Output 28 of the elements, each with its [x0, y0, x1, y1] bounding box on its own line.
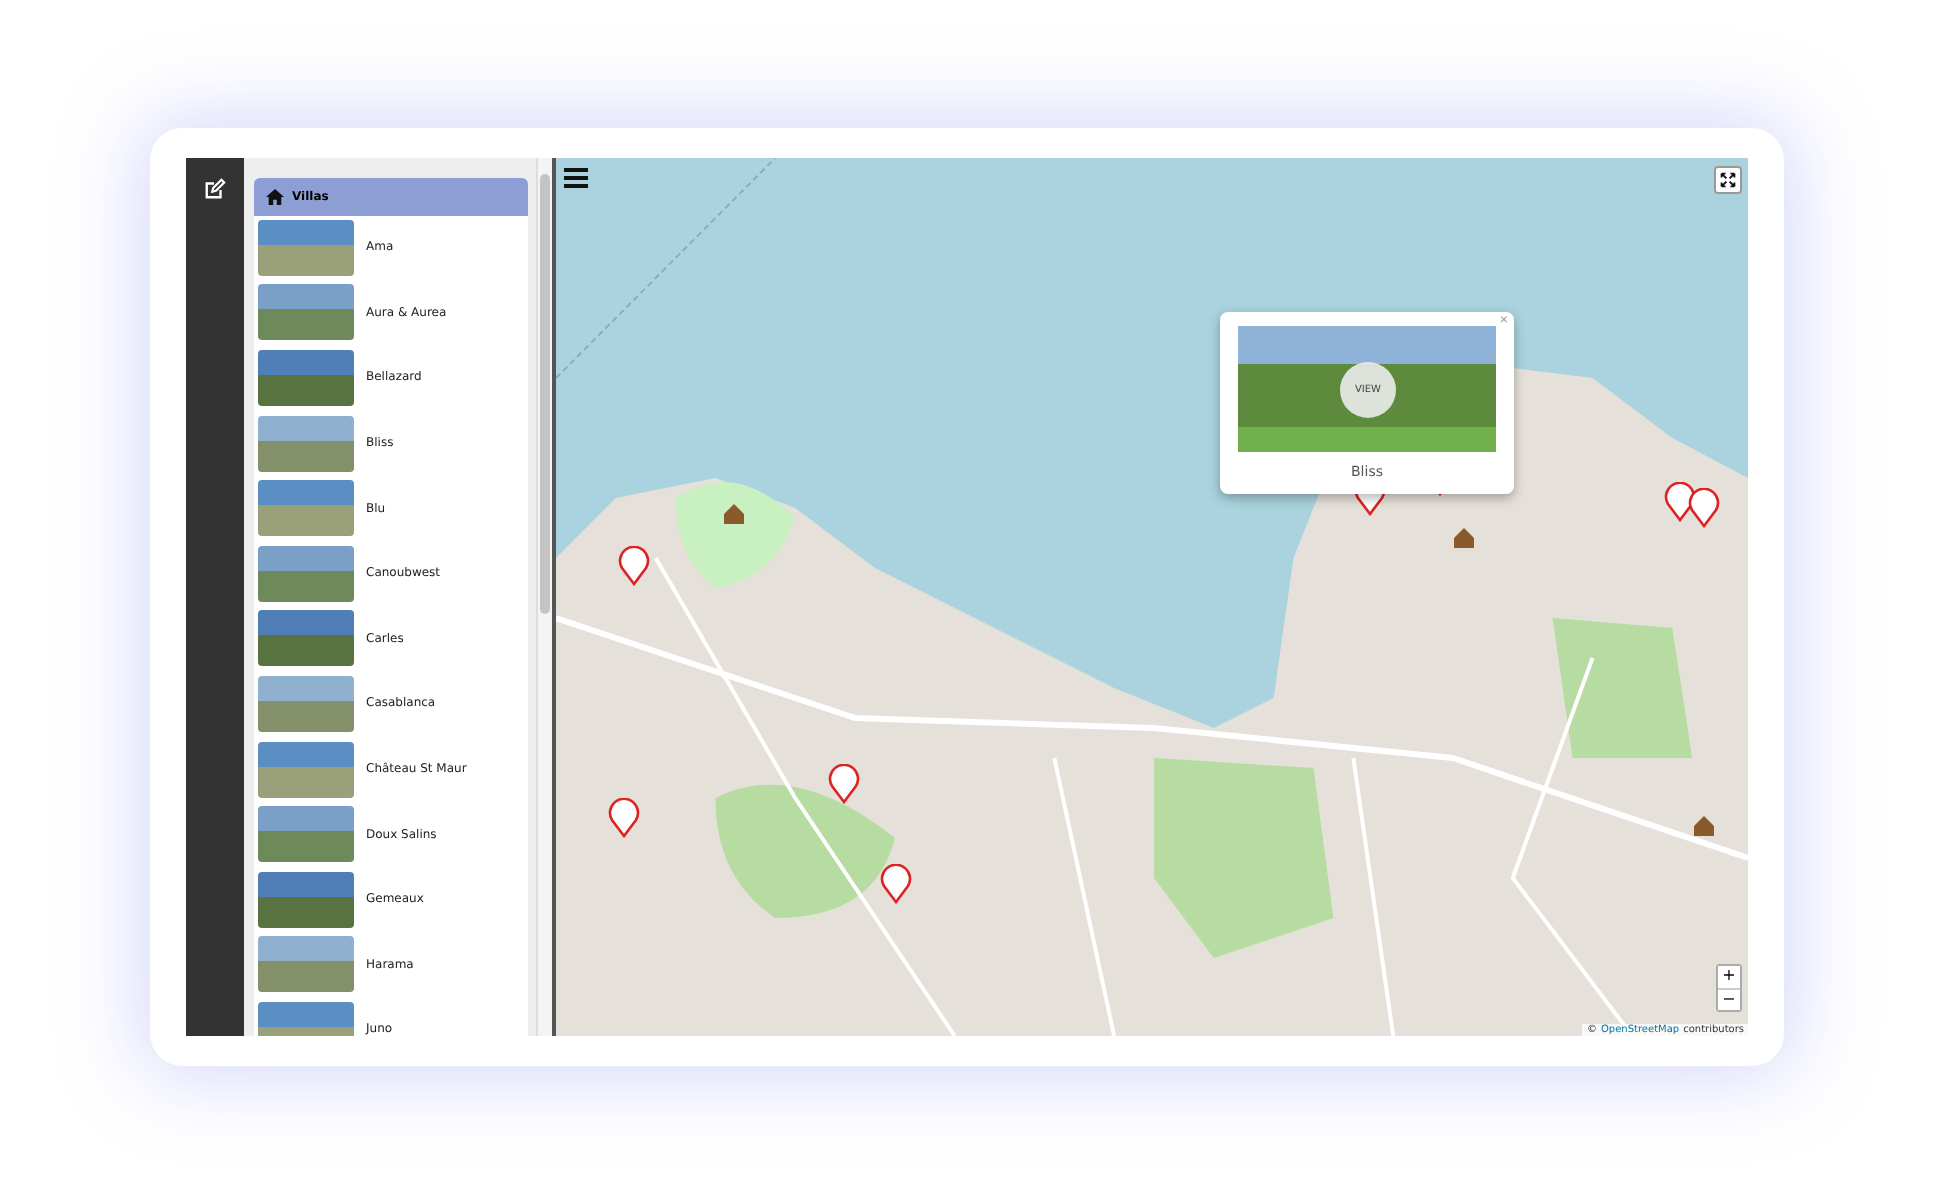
map-marker-icon[interactable]	[880, 863, 912, 903]
photo-placeholder	[258, 545, 354, 602]
photo-placeholder	[258, 415, 354, 472]
scrollbar[interactable]	[536, 157, 552, 1035]
map-marker-icon[interactable]	[1688, 487, 1720, 527]
fullscreen-button[interactable]	[1714, 165, 1742, 193]
photo-placeholder	[258, 480, 354, 537]
photo-placeholder	[258, 871, 354, 928]
photo-placeholder	[258, 936, 354, 993]
house-marker-icon[interactable]	[1694, 815, 1714, 835]
photo-placeholder	[258, 219, 354, 276]
photo-placeholder	[258, 675, 354, 732]
map-marker-icon[interactable]	[828, 763, 860, 803]
map-marker-icon[interactable]	[618, 545, 650, 585]
home-icon	[266, 187, 284, 205]
map-marker-icon[interactable]	[1664, 481, 1696, 521]
house-marker-icon[interactable]	[1454, 527, 1474, 547]
photo-placeholder	[258, 806, 354, 863]
fullscreen-icon	[1720, 171, 1736, 187]
photo-placeholder	[258, 349, 354, 406]
edit-icon[interactable]	[204, 177, 226, 199]
map-marker-icon[interactable]	[608, 797, 640, 837]
photo-placeholder	[258, 610, 354, 667]
house-marker-icon[interactable]	[724, 503, 744, 523]
menu-icon[interactable]	[564, 167, 588, 187]
photo-placeholder	[258, 741, 354, 798]
photo-placeholder	[258, 284, 354, 341]
zoom-out-button[interactable]: −	[1718, 987, 1740, 1009]
